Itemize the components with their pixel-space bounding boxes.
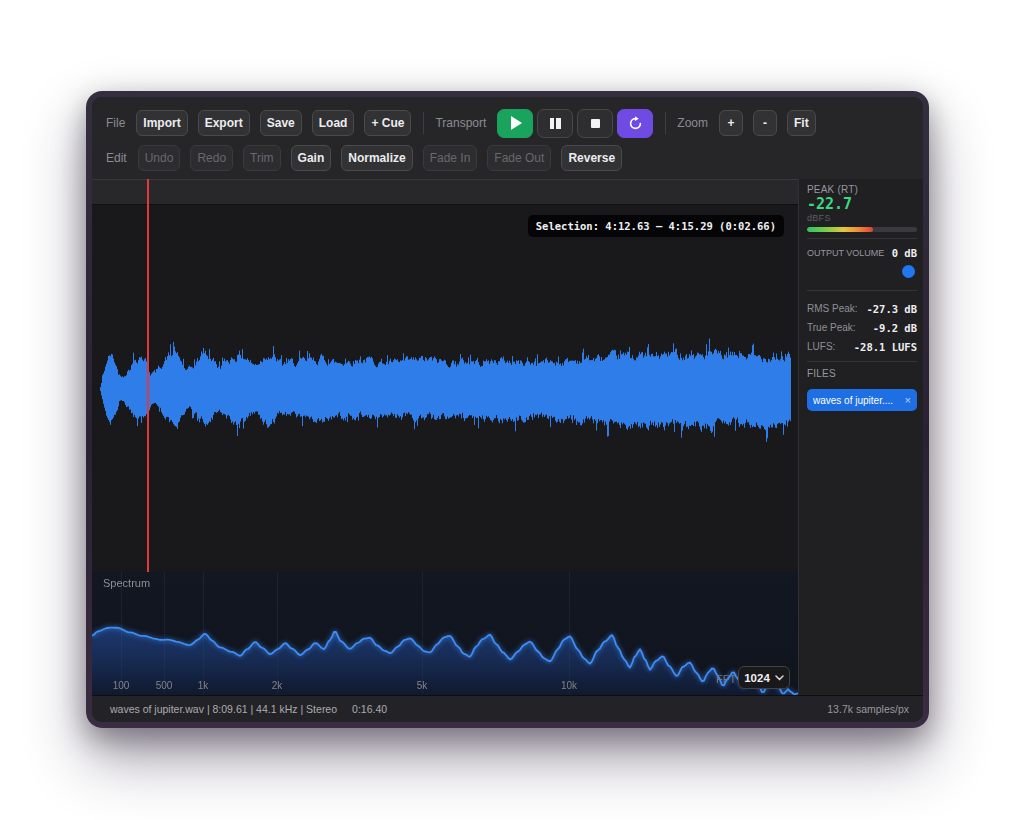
loop-button[interactable]: [617, 109, 653, 138]
chevron-down-icon: [775, 675, 784, 681]
save-button[interactable]: Save: [260, 110, 302, 136]
freq-label-100: 100: [113, 680, 130, 691]
trim-button[interactable]: Trim: [243, 145, 281, 171]
spectrum-label: Spectrum: [103, 577, 150, 589]
loop-icon: [628, 116, 643, 131]
status-bar: waves of jupiter.wav | 8:09.61 | 44.1 kH…: [92, 695, 923, 722]
spectrum-panel: Spectrum 100 500 1k 2k 5k 10k FFT 1024: [92, 572, 798, 695]
zoom-out-button[interactable]: -: [753, 110, 777, 136]
freq-label-1k: 1k: [198, 680, 209, 691]
undo-button[interactable]: Undo: [138, 145, 181, 171]
play-button[interactable]: [497, 109, 533, 138]
zoom-group-label: Zoom: [677, 116, 708, 130]
selection-info: Selection: 4:12.63 – 4:15.29 (0:02.66): [528, 215, 784, 237]
sidebar-divider: [807, 238, 917, 239]
content-area: Selection: 4:12.63 – 4:15.29 (0:02.66) S…: [92, 179, 923, 695]
add-cue-button[interactable]: + Cue: [364, 110, 411, 136]
edit-group-label: Edit: [106, 151, 127, 165]
window-shadow-rim: File Import Export Save Load + Cue Trans…: [86, 91, 929, 728]
lufs-row: LUFS: -28.1 LUFS: [807, 337, 917, 356]
export-button[interactable]: Export: [198, 110, 250, 136]
play-icon: [511, 116, 522, 130]
freq-label-10k: 10k: [561, 680, 577, 691]
waveform-area[interactable]: Selection: 4:12.63 – 4:15.29 (0:02.66): [92, 205, 798, 572]
volume-knob[interactable]: [902, 265, 915, 278]
output-volume-label: OUTPUT VOLUME: [807, 248, 884, 259]
toolbar-row-file: File Import Export Save Load + Cue Trans…: [106, 110, 923, 136]
fade-in-button[interactable]: Fade In: [423, 145, 478, 171]
redo-button[interactable]: Redo: [190, 145, 233, 171]
toolbar: File Import Export Save Load + Cue Trans…: [92, 97, 923, 179]
pause-icon: [550, 118, 561, 129]
true-peak-row: True Peak: -9.2 dB: [807, 318, 917, 337]
output-volume-value: 0 dB: [892, 247, 917, 259]
peak-meter-value: -22.7: [807, 197, 917, 212]
samples-per-px-text: 13.7k samples/px: [827, 703, 909, 715]
pause-button[interactable]: [537, 109, 573, 138]
fft-size-value: 1024: [744, 672, 770, 684]
spectrum-canvas: [92, 572, 798, 695]
zoom-in-button[interactable]: +: [719, 110, 743, 136]
freq-label-5k: 5k: [417, 680, 428, 691]
transport-group-label: Transport: [435, 116, 486, 130]
peak-meter-fill: [807, 227, 873, 232]
normalize-button[interactable]: Normalize: [341, 145, 412, 171]
peak-meter-bar: [807, 227, 917, 232]
toolbar-row-edit: Edit Undo Redo Trim Gain Normalize Fade …: [106, 145, 923, 171]
stop-icon: [591, 119, 600, 128]
zoom-fit-button[interactable]: Fit: [787, 110, 816, 136]
waveform-canvas[interactable]: [92, 205, 798, 572]
files-header: FILES: [807, 368, 917, 379]
peak-meter-label: PEAK (RT): [807, 184, 917, 195]
close-file-icon[interactable]: ×: [905, 394, 911, 406]
file-group-label: File: [106, 116, 125, 130]
rms-peak-row: RMS Peak: -27.3 dB: [807, 299, 917, 318]
gain-button[interactable]: Gain: [291, 145, 332, 171]
fft-size-dropdown[interactable]: 1024: [738, 666, 790, 689]
editor-main: Selection: 4:12.63 – 4:15.29 (0:02.66) S…: [92, 179, 798, 695]
app-window: File Import Export Save Load + Cue Trans…: [92, 97, 923, 722]
freq-label-2k: 2k: [272, 680, 283, 691]
peak-meter-unit: dBFS: [807, 214, 917, 223]
playhead[interactable]: [147, 179, 149, 572]
toolbar-separator: [665, 112, 666, 134]
fade-out-button[interactable]: Fade Out: [487, 145, 551, 171]
sidebar: PEAK (RT) -22.7 dBFS OUTPUT VOLUME 0 dB …: [798, 179, 923, 695]
desktop-background: File Import Export Save Load + Cue Trans…: [0, 0, 1024, 820]
fft-label: FFT: [716, 673, 736, 685]
freq-label-500: 500: [156, 680, 173, 691]
stop-button[interactable]: [577, 109, 613, 138]
timeline-ruler[interactable]: [92, 179, 798, 205]
file-list-item[interactable]: waves of jupiter.... ×: [807, 389, 917, 411]
sidebar-divider: [807, 361, 917, 362]
toolbar-separator: [423, 112, 424, 134]
sidebar-divider: [807, 290, 917, 291]
current-time-text: 0:16.40: [352, 703, 387, 715]
reverse-button[interactable]: Reverse: [561, 145, 622, 171]
load-button[interactable]: Load: [312, 110, 355, 136]
import-button[interactable]: Import: [136, 110, 187, 136]
file-info-text: waves of jupiter.wav | 8:09.61 | 44.1 kH…: [110, 703, 337, 715]
